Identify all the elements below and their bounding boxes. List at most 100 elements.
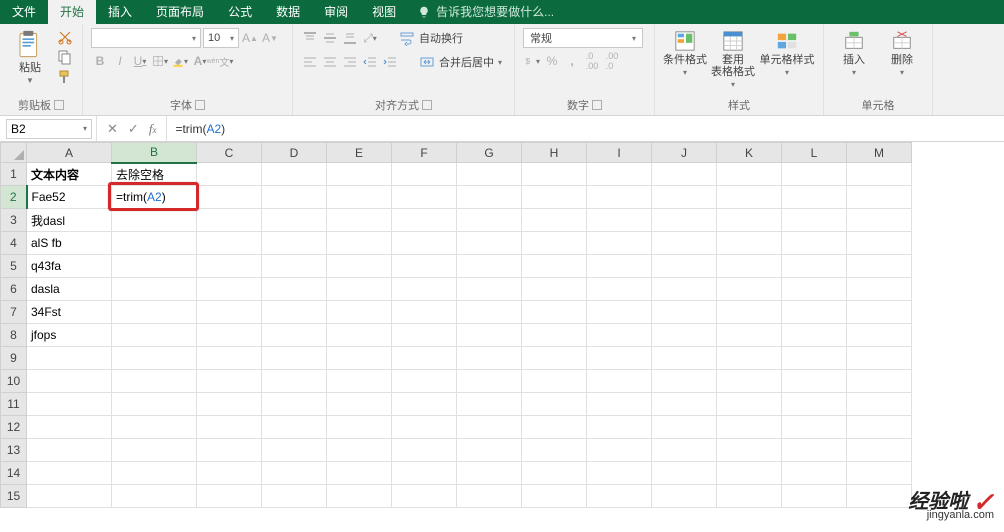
- row-header-9[interactable]: 9: [1, 347, 27, 370]
- cell-J7[interactable]: [652, 301, 717, 324]
- cell-K5[interactable]: [717, 255, 782, 278]
- cell-E2[interactable]: [327, 186, 392, 209]
- cell-C9[interactable]: [197, 347, 262, 370]
- tab-data[interactable]: 数据: [264, 0, 312, 24]
- cell-L6[interactable]: [782, 278, 847, 301]
- cell-C8[interactable]: [197, 324, 262, 347]
- cell-B15[interactable]: [112, 485, 197, 508]
- cell-C14[interactable]: [197, 462, 262, 485]
- cell-G1[interactable]: [457, 163, 522, 186]
- cell-J9[interactable]: [652, 347, 717, 370]
- cell-F11[interactable]: [392, 393, 457, 416]
- cell-J11[interactable]: [652, 393, 717, 416]
- cell-E11[interactable]: [327, 393, 392, 416]
- spreadsheet-grid[interactable]: ABCDEFGHIJKLM1文本内容去除空格2Fae52=trim(A2)3 我…: [0, 142, 1004, 530]
- cell-F14[interactable]: [392, 462, 457, 485]
- cell-E6[interactable]: [327, 278, 392, 301]
- cell-B14[interactable]: [112, 462, 197, 485]
- dialog-launcher-icon[interactable]: [422, 100, 432, 110]
- paste-button[interactable]: 粘贴 ▼: [8, 28, 52, 86]
- font-size-select[interactable]: 10▾: [203, 28, 239, 48]
- cell-B5[interactable]: [112, 255, 197, 278]
- cell-J10[interactable]: [652, 370, 717, 393]
- cell-A8[interactable]: jfops: [27, 324, 112, 347]
- row-header-11[interactable]: 11: [1, 393, 27, 416]
- cell-D10[interactable]: [262, 370, 327, 393]
- cell-H7[interactable]: [522, 301, 587, 324]
- cell-M6[interactable]: [847, 278, 912, 301]
- cell-K15[interactable]: [717, 485, 782, 508]
- cell-D1[interactable]: [262, 163, 327, 186]
- cell-E1[interactable]: [327, 163, 392, 186]
- align-middle-button[interactable]: [321, 29, 339, 47]
- cell-B6[interactable]: [112, 278, 197, 301]
- cell-J1[interactable]: [652, 163, 717, 186]
- cell-B3[interactable]: [112, 209, 197, 232]
- cell-H1[interactable]: [522, 163, 587, 186]
- cell-J2[interactable]: [652, 186, 717, 209]
- cell-D2[interactable]: [262, 186, 327, 209]
- cell-E3[interactable]: [327, 209, 392, 232]
- cell-L7[interactable]: [782, 301, 847, 324]
- cell-D15[interactable]: [262, 485, 327, 508]
- bold-button[interactable]: B: [91, 52, 109, 70]
- cell-I8[interactable]: [587, 324, 652, 347]
- col-header-M[interactable]: M: [847, 143, 912, 163]
- cell-F2[interactable]: [392, 186, 457, 209]
- dialog-launcher-icon[interactable]: [195, 100, 205, 110]
- cell-M1[interactable]: [847, 163, 912, 186]
- col-header-L[interactable]: L: [782, 143, 847, 163]
- cell-M15[interactable]: [847, 485, 912, 508]
- cell-J15[interactable]: [652, 485, 717, 508]
- percent-button[interactable]: %: [543, 52, 561, 70]
- orientation-button[interactable]: ⤢▾: [361, 29, 379, 47]
- col-header-E[interactable]: E: [327, 143, 392, 163]
- cell-I9[interactable]: [587, 347, 652, 370]
- format-painter-button[interactable]: [56, 68, 74, 86]
- cell-D4[interactable]: [262, 232, 327, 255]
- cell-F15[interactable]: [392, 485, 457, 508]
- cell-M5[interactable]: [847, 255, 912, 278]
- cell-C3[interactable]: [197, 209, 262, 232]
- format-as-table-button[interactable]: 套用 表格格式▾: [711, 28, 755, 89]
- cell-I12[interactable]: [587, 416, 652, 439]
- cell-A13[interactable]: [27, 439, 112, 462]
- cell-K10[interactable]: [717, 370, 782, 393]
- cell-E4[interactable]: [327, 232, 392, 255]
- cell-A9[interactable]: [27, 347, 112, 370]
- cell-M7[interactable]: [847, 301, 912, 324]
- cell-M12[interactable]: [847, 416, 912, 439]
- cell-M11[interactable]: [847, 393, 912, 416]
- cell-A7[interactable]: 34Fst: [27, 301, 112, 324]
- cell-D6[interactable]: [262, 278, 327, 301]
- cell-M13[interactable]: [847, 439, 912, 462]
- increase-decimal-button[interactable]: .0.00: [583, 52, 601, 70]
- cell-K3[interactable]: [717, 209, 782, 232]
- cell-F5[interactable]: [392, 255, 457, 278]
- row-header-3[interactable]: 3: [1, 209, 27, 232]
- cell-F12[interactable]: [392, 416, 457, 439]
- cell-K14[interactable]: [717, 462, 782, 485]
- cell-C4[interactable]: [197, 232, 262, 255]
- cell-F6[interactable]: [392, 278, 457, 301]
- cell-D11[interactable]: [262, 393, 327, 416]
- cell-K11[interactable]: [717, 393, 782, 416]
- cell-H9[interactable]: [522, 347, 587, 370]
- fill-color-button[interactable]: ▾: [171, 52, 189, 70]
- wrap-text-button[interactable]: 自动换行: [395, 28, 467, 48]
- currency-button[interactable]: $▾: [523, 52, 541, 70]
- cell-H2[interactable]: [522, 186, 587, 209]
- cell-E8[interactable]: [327, 324, 392, 347]
- cell-H14[interactable]: [522, 462, 587, 485]
- cell-E14[interactable]: [327, 462, 392, 485]
- cell-A15[interactable]: [27, 485, 112, 508]
- cell-I1[interactable]: [587, 163, 652, 186]
- row-header-13[interactable]: 13: [1, 439, 27, 462]
- cell-I13[interactable]: [587, 439, 652, 462]
- cell-E7[interactable]: [327, 301, 392, 324]
- row-header-8[interactable]: 8: [1, 324, 27, 347]
- row-header-4[interactable]: 4: [1, 232, 27, 255]
- cell-H12[interactable]: [522, 416, 587, 439]
- cell-B2[interactable]: =trim(A2): [112, 186, 197, 209]
- tell-me[interactable]: 告诉我您想要做什么...: [408, 0, 564, 24]
